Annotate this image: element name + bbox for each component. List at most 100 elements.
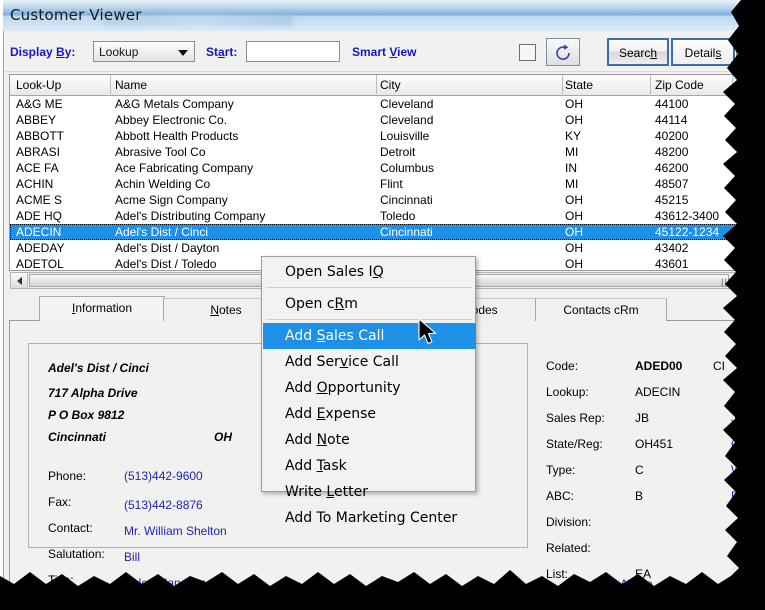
menu-item-add-service-call[interactable]: Add Service Call	[263, 349, 476, 375]
smart-view-checkbox[interactable]	[519, 44, 536, 61]
table-cell-state: OH	[565, 225, 583, 239]
detail-field-value[interactable]: Mr. William Shelton	[124, 524, 227, 538]
table-row[interactable]: ADEDAY Adel's Dist / Dayton OH 43402 5	[10, 240, 749, 256]
table-cell-name: Acme Sign Company	[115, 193, 228, 207]
detail-field-label: Type:	[546, 463, 576, 477]
detail-field-value[interactable]: Sales Manager	[124, 576, 205, 590]
table-cell-state: OH	[565, 257, 583, 271]
detail-address1: 717 Alpha Drive	[48, 386, 138, 400]
detail-status: Active	[620, 577, 653, 591]
table-cell-city: Toledo	[380, 209, 416, 223]
table-row[interactable]: ADE HQ Adel's Distributing Company Toledo O…	[10, 208, 749, 224]
detail-field-value[interactable]: Bill	[124, 550, 140, 564]
table-cell-p: 5	[737, 225, 744, 239]
table-cell-name: Adel's Distributing Company	[115, 209, 266, 223]
toolbar-overflow-button[interactable]	[736, 38, 762, 66]
grid-column-divider	[110, 75, 111, 94]
scroll-left-arrow-icon[interactable]	[11, 273, 28, 288]
details-button[interactable]: Details	[671, 38, 735, 66]
table-cell-lookup: ABRASI	[16, 145, 61, 159]
table-cell-p: 3	[737, 177, 744, 191]
grid-column-header[interactable]: Look-Up	[16, 78, 61, 92]
table-cell-zip: 43612-3400	[655, 209, 720, 223]
detail-field-label: Salutation:	[48, 547, 105, 561]
detail-field-label: Fax:	[48, 495, 72, 509]
start-input[interactable]	[246, 41, 340, 62]
context-menu[interactable]: Open Sales IQ Open cRm Add Sales Call Add S…	[261, 256, 476, 526]
detail-field-value: ADED00	[635, 359, 683, 373]
smart-view-link[interactable]: Smart View	[352, 45, 417, 59]
detail-field-value: C	[635, 463, 644, 477]
mouse-cursor-icon	[418, 318, 437, 345]
menu-item-open-crm[interactable]: Open cRm	[263, 291, 476, 317]
tab-contacts-crm[interactable]: Contacts cRm	[535, 298, 667, 322]
table-cell-name: Abbey Electronic Co.	[115, 113, 228, 127]
table-row[interactable]: ACE FA Ace Fabricating Company Columbus IN 4…	[10, 160, 749, 176]
detail-field-label: List:	[546, 567, 569, 581]
table-row[interactable]: ACME S Acme Sign Company Cincinnati OH 45215	[10, 192, 749, 208]
detail-field-extra: Jim	[731, 411, 750, 425]
detail-field-label: Contact:	[48, 521, 93, 535]
table-cell-lookup: ACE FA	[16, 161, 59, 175]
detail-field-extra: CI	[713, 359, 725, 373]
menu-item-add-opportunity[interactable]: Add Opportunity	[263, 375, 476, 401]
detail-state: OH	[214, 430, 232, 444]
menu-item-add-note[interactable]: Add Note	[263, 427, 476, 453]
table-cell-zip: 40200	[655, 129, 689, 143]
grid-column-header[interactable]: State	[565, 78, 593, 92]
table-row[interactable]: ACHIN Achin Welding Co Flint MI 48507 3	[10, 176, 749, 192]
table-cell-zip: 44100	[655, 97, 689, 111]
table-cell-city: Louisville	[380, 129, 430, 143]
screenshot-root: Customer Viewer Display By: Lookup Start…	[0, 0, 765, 610]
table-cell-state: MI	[565, 177, 579, 191]
menu-item-open-sales-iq[interactable]: Open Sales IQ	[263, 259, 476, 285]
display-by-combobox[interactable]: Lookup	[93, 41, 195, 62]
grid-column-header[interactable]: City	[380, 78, 401, 92]
search-button[interactable]: Search	[607, 38, 669, 66]
table-cell-zip: 43402	[655, 241, 689, 255]
table-cell-state: OH	[565, 97, 583, 111]
menu-item-add-to-marketing-center[interactable]: Add To Marketing Center	[263, 505, 476, 531]
grid-column-divider	[376, 75, 377, 94]
table-cell-state: OH	[565, 209, 583, 223]
detail-field-value: OH451	[635, 437, 674, 451]
table-row[interactable]: ABBEY Abbey Electronic Co. Cleveland OH 4411…	[10, 112, 749, 128]
table-cell-p: 5	[737, 241, 744, 255]
menu-separator	[267, 287, 472, 288]
table-row[interactable]: ABRASI Abrasive Tool Co Detroit MI 48200 3	[10, 144, 749, 160]
table-cell-lookup: ADETOL	[16, 257, 64, 271]
detail-field-label: State/Reg:	[546, 437, 603, 451]
table-row[interactable]: A&G ME A&G Metals Company Cleveland OH 44100…	[10, 96, 749, 112]
grid-column-header[interactable]: P	[737, 78, 745, 92]
start-label: Start:	[206, 45, 238, 59]
grid-column-header[interactable]: Zip Code	[655, 78, 704, 92]
table-row[interactable]: ABBOTT Abbott Health Products Louisville KY…	[10, 128, 749, 144]
table-cell-state: OH	[565, 193, 583, 207]
grid-column-header[interactable]: Name	[115, 78, 147, 92]
menu-item-add-expense[interactable]: Add Expense	[263, 401, 476, 427]
menu-item-write-letter[interactable]: Write Letter	[263, 479, 476, 505]
detail-field-label: Lookup:	[546, 385, 589, 399]
detail-field-value[interactable]: (513)442-8876	[124, 498, 203, 512]
detail-field-value[interactable]: (513)442-9600	[124, 469, 203, 483]
table-cell-state: KY	[565, 129, 582, 143]
window-title: Customer Viewer	[10, 6, 142, 24]
table-cell-lookup: ABBOTT	[16, 129, 65, 143]
table-cell-lookup: ABBEY	[16, 113, 57, 127]
detail-field-label: ABC:	[546, 489, 575, 503]
customer-grid[interactable]: Look-Up Name City State Zip Code P A&G ME A&G …	[9, 74, 750, 271]
table-row[interactable]: ADECIN Adel's Dist / Cinci Cincinnati OH 451…	[10, 224, 749, 240]
display-by-value: Lookup	[99, 45, 139, 59]
table-cell-zip: 48507	[655, 177, 689, 191]
table-cell-name: A&G Metals Company	[115, 97, 234, 111]
menu-item-add-task[interactable]: Add Task	[263, 453, 476, 479]
refresh-button[interactable]	[546, 38, 580, 66]
table-cell-lookup: ADEDAY	[16, 241, 65, 255]
table-cell-name: Abbott Health Products	[115, 129, 239, 143]
table-cell-zip: 46200	[655, 161, 689, 175]
menu-item-add-sales-call[interactable]: Add Sales Call	[263, 323, 476, 349]
tab-information[interactable]: Information	[39, 296, 165, 322]
table-cell-city: Flint	[380, 177, 403, 191]
grid-column-divider	[732, 75, 733, 94]
table-cell-city: Detroit	[380, 145, 416, 159]
